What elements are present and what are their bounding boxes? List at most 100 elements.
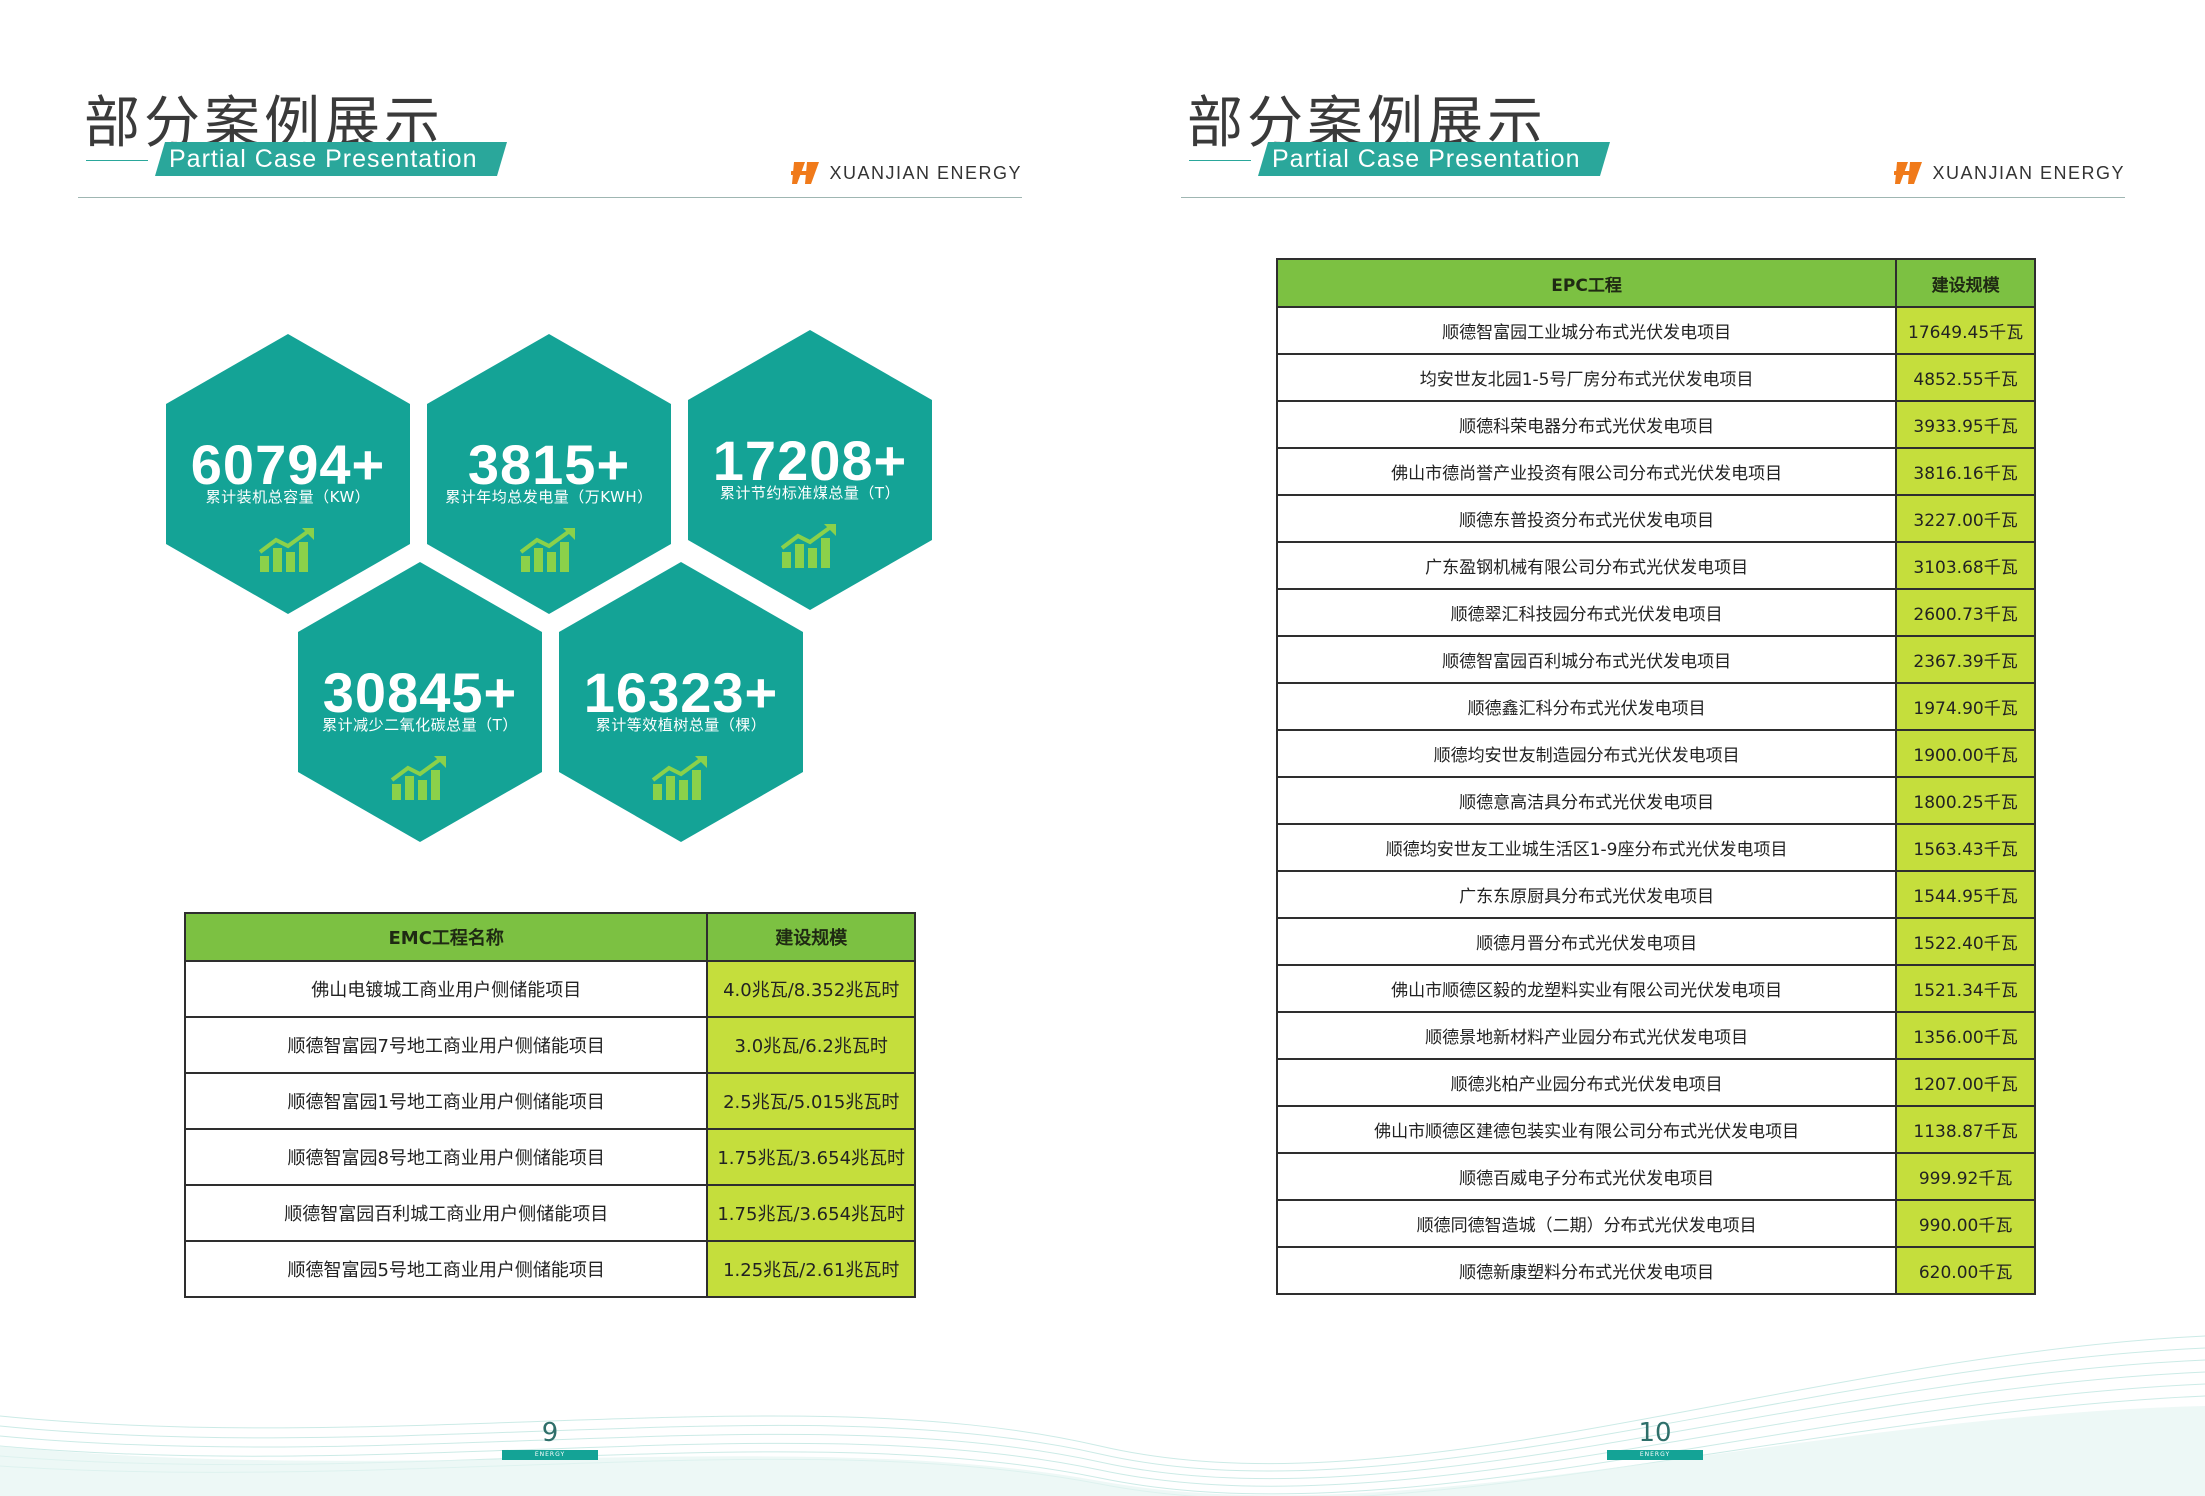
table-row: 顺德智富园百利城工商业用户侧储能项目 1.75兆瓦/3.654兆瓦时 — [183, 1184, 916, 1242]
project-scale-cell: 1522.40千瓦 — [1895, 917, 2036, 966]
project-name-cell: 顺德鑫汇科分布式光伏发电项目 — [1275, 682, 1898, 731]
project-scale-cell: 1.75兆瓦/3.654兆瓦时 — [706, 1128, 916, 1186]
project-name-cell: 顺德新康塑料分布式光伏发电项目 — [1275, 1246, 1898, 1295]
project-name-cell: 顺德月晋分布式光伏发电项目 — [1275, 917, 1898, 966]
table-row: 顺德新康塑料分布式光伏发电项目 620.00千瓦 — [1275, 1246, 2036, 1295]
project-scale-cell: 17649.45千瓦 — [1895, 306, 2036, 355]
table-row: 佛山电镀城工商业用户侧储能项目 4.0兆瓦/8.352兆瓦时 — [183, 960, 916, 1018]
table-row: 佛山市顺德区毅的龙塑料实业有限公司光伏发电项目 1521.34千瓦 — [1275, 964, 2036, 1013]
page-number-value: 10 — [1638, 1418, 1672, 1448]
table-row: 顺德意高洁具分布式光伏发电项目 1800.25千瓦 — [1275, 776, 2036, 825]
stat-hex-co2-reduced: 30845+ 累计减少二氧化碳总量（T） — [298, 562, 542, 842]
title-accent-line — [1189, 160, 1251, 161]
stat-hex-coal-saved: 17208+ 累计节约标准煤总量（T） — [688, 330, 932, 610]
stat-hex-generation: 3815+ 累计年均总发电量（万KWH） — [427, 334, 671, 614]
title-accent-line — [86, 160, 148, 161]
stat-hex-capacity: 60794+ 累计装机总容量（KW） — [166, 334, 410, 614]
table-row: 顺德智富园工业城分布式光伏发电项目 17649.45千瓦 — [1275, 306, 2036, 355]
table-row: 顺德景地新材料产业园分布式光伏发电项目 1356.00千瓦 — [1275, 1011, 2036, 1060]
project-name-cell: 佛山市德尚誉产业投资有限公司分布式光伏发电项目 — [1275, 447, 1898, 496]
project-name-cell: 广东东原厨具分布式光伏发电项目 — [1275, 870, 1898, 919]
project-name-cell: 顺德意高洁具分布式光伏发电项目 — [1275, 776, 1898, 825]
growth-chart-icon — [519, 528, 575, 572]
project-scale-cell: 2367.39千瓦 — [1895, 635, 2036, 684]
table-row: 顺德均安世友工业城生活区1-9座分布式光伏发电项目 1563.43千瓦 — [1275, 823, 2036, 872]
project-name-cell: 顺德智富园1号地工商业用户侧储能项目 — [183, 1072, 709, 1130]
project-scale-cell: 3816.16千瓦 — [1895, 447, 2036, 496]
table-header-cell: EMC工程名称 — [183, 912, 709, 962]
table-row: 顺德同德智造城（二期）分布式光伏发电项目 990.00千瓦 — [1275, 1199, 2036, 1248]
header-rule — [78, 197, 1022, 198]
brand-name: XUANJIAN ENERGY — [1932, 162, 2125, 183]
project-name-cell: 顺德均安世友工业城生活区1-9座分布式光伏发电项目 — [1275, 823, 1898, 872]
growth-chart-icon — [651, 756, 707, 800]
project-scale-cell: 999.92千瓦 — [1895, 1152, 2036, 1201]
table-row: 佛山市德尚誉产业投资有限公司分布式光伏发电项目 3816.16千瓦 — [1275, 447, 2036, 496]
project-scale-cell: 4.0兆瓦/8.352兆瓦时 — [706, 960, 916, 1018]
stat-label: 累计节约标准煤总量（T） — [719, 484, 901, 502]
table-header-row: EPC工程 建设规模 — [1275, 258, 2036, 308]
table-row: 顺德东普投资分布式光伏发电项目 3227.00千瓦 — [1275, 494, 2036, 543]
xuanjian-logo-icon — [791, 162, 820, 184]
page-number-tag: ENERGY — [502, 1450, 598, 1460]
project-name-cell: 顺德百威电子分布式光伏发电项目 — [1275, 1152, 1898, 1201]
project-name-cell: 广东盈钢机械有限公司分布式光伏发电项目 — [1275, 541, 1898, 590]
table-row: 佛山市顺德区建德包装实业有限公司分布式光伏发电项目 1138.87千瓦 — [1275, 1105, 2036, 1154]
table-row: 均安世友北园1-5号厂房分布式光伏发电项目 4852.55千瓦 — [1275, 353, 2036, 402]
project-name-cell: 佛山市顺德区毅的龙塑料实业有限公司光伏发电项目 — [1275, 964, 1898, 1013]
table-row: 顺德智富园5号地工商业用户侧储能项目 1.25兆瓦/2.61兆瓦时 — [183, 1240, 916, 1298]
project-scale-cell: 3227.00千瓦 — [1895, 494, 2036, 543]
project-scale-cell: 1544.95千瓦 — [1895, 870, 2036, 919]
project-name-cell: 顺德智富园百利城工商业用户侧储能项目 — [183, 1184, 709, 1242]
table-row: 广东盈钢机械有限公司分布式光伏发电项目 3103.68千瓦 — [1275, 541, 2036, 590]
stat-label: 累计年均总发电量（万KWH） — [445, 488, 653, 506]
table-row: 顺德百威电子分布式光伏发电项目 999.92千瓦 — [1275, 1152, 2036, 1201]
table-row: 顺德智富园1号地工商业用户侧储能项目 2.5兆瓦/5.015兆瓦时 — [183, 1072, 916, 1130]
brand-name: XUANJIAN ENERGY — [829, 162, 1022, 183]
page-number: 10 ENERGY — [1607, 1418, 1703, 1460]
project-scale-cell: 2.5兆瓦/5.015兆瓦时 — [706, 1072, 916, 1130]
xuanjian-logo-icon — [1894, 162, 1923, 184]
project-name-cell: 顺德智富园8号地工商业用户侧储能项目 — [183, 1128, 709, 1186]
brand-mark: XUANJIAN ENERGY — [1894, 158, 2125, 188]
project-scale-cell: 3933.95千瓦 — [1895, 400, 2036, 449]
project-name-cell: 佛山电镀城工商业用户侧储能项目 — [183, 960, 709, 1018]
page-subtitle: Partial Case Presentation — [155, 142, 507, 176]
project-scale-cell: 1.25兆瓦/2.61兆瓦时 — [706, 1240, 916, 1298]
brand-mark: XUANJIAN ENERGY — [791, 158, 1022, 188]
growth-chart-icon — [390, 756, 446, 800]
stat-hex-trees-planted: 16323+ 累计等效植树总量（棵） — [559, 562, 803, 842]
project-name-cell: 均安世友北园1-5号厂房分布式光伏发电项目 — [1275, 353, 1898, 402]
project-name-cell: 顺德智富园百利城分布式光伏发电项目 — [1275, 635, 1898, 684]
table-row: 顺德兆柏产业园分布式光伏发电项目 1207.00千瓦 — [1275, 1058, 2036, 1107]
project-name-cell: 顺德景地新材料产业园分布式光伏发电项目 — [1275, 1011, 1898, 1060]
project-scale-cell: 1900.00千瓦 — [1895, 729, 2036, 778]
table-row: 顺德鑫汇科分布式光伏发电项目 1974.90千瓦 — [1275, 682, 2036, 731]
header-rule — [1181, 197, 2125, 198]
page-number-tag: ENERGY — [1607, 1450, 1703, 1460]
project-name-cell: 顺德智富园工业城分布式光伏发电项目 — [1275, 306, 1898, 355]
project-scale-cell: 1.75兆瓦/3.654兆瓦时 — [706, 1184, 916, 1242]
left-page: 部分案例展示 Partial Case Presentation XUANJIA… — [0, 0, 1102, 1496]
table-row: 广东东原厨具分布式光伏发电项目 1544.95千瓦 — [1275, 870, 2036, 919]
project-name-cell: 顺德均安世友制造园分布式光伏发电项目 — [1275, 729, 1898, 778]
project-scale-cell: 1563.43千瓦 — [1895, 823, 2036, 872]
table-row: 顺德智富园7号地工商业用户侧储能项目 3.0兆瓦/6.2兆瓦时 — [183, 1016, 916, 1074]
table-row: 顺德均安世友制造园分布式光伏发电项目 1900.00千瓦 — [1275, 729, 2036, 778]
table-row: 顺德翠汇科技园分布式光伏发电项目 2600.73千瓦 — [1275, 588, 2036, 637]
project-scale-cell: 4852.55千瓦 — [1895, 353, 2036, 402]
project-name-cell: 顺德同德智造城（二期）分布式光伏发电项目 — [1275, 1199, 1898, 1248]
project-scale-cell: 3103.68千瓦 — [1895, 541, 2036, 590]
page-number-value: 9 — [541, 1418, 559, 1448]
right-page: 部分案例展示 Partial Case Presentation XUANJIA… — [1103, 0, 2205, 1496]
growth-chart-icon — [780, 524, 836, 568]
table-row: 顺德智富园8号地工商业用户侧储能项目 1.75兆瓦/3.654兆瓦时 — [183, 1128, 916, 1186]
project-scale-cell: 1356.00千瓦 — [1895, 1011, 2036, 1060]
table-header-cell: 建设规模 — [706, 912, 916, 962]
table-row: 顺德科荣电器分布式光伏发电项目 3933.95千瓦 — [1275, 400, 2036, 449]
project-name-cell: 顺德科荣电器分布式光伏发电项目 — [1275, 400, 1898, 449]
project-scale-cell: 1521.34千瓦 — [1895, 964, 2036, 1013]
emc-projects-table: EMC工程名称 建设规模 佛山电镀城工商业用户侧储能项目 4.0兆瓦/8.352… — [183, 912, 916, 1298]
table-header-cell: 建设规模 — [1895, 258, 2036, 308]
table-header-row: EMC工程名称 建设规模 — [183, 912, 916, 962]
